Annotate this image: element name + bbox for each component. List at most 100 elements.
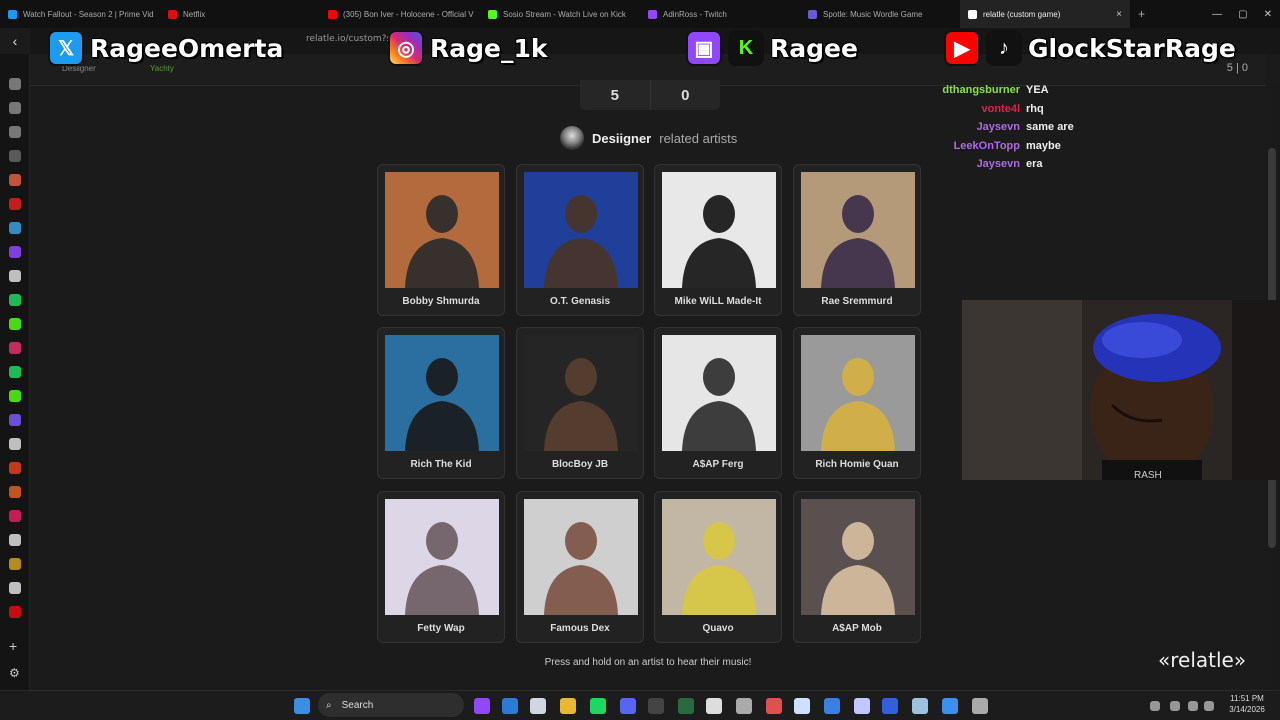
browser-tab[interactable]: AdinRoss - Twitch	[640, 0, 800, 28]
network-icon[interactable]	[1188, 701, 1198, 711]
sidebar-app-icon[interactable]	[9, 246, 21, 258]
sidebar-app-icon[interactable]	[9, 414, 21, 426]
sidebar-app-icon[interactable]	[9, 150, 21, 162]
settings-icon[interactable]	[972, 698, 988, 714]
app-icon[interactable]	[794, 698, 810, 714]
sidebar-app-icon[interactable]	[9, 318, 21, 330]
artist-card[interactable]: Bobby Shmurda	[377, 164, 505, 316]
sidebar-app-icon[interactable]	[9, 342, 21, 354]
app-icon[interactable]	[882, 698, 898, 714]
sidebar-app-icon[interactable]	[9, 126, 21, 138]
security-icon[interactable]	[942, 698, 958, 714]
browser-tab[interactable]: (305) Bon Iver - Holocene - Official V	[320, 0, 480, 28]
browser-tab[interactable]: Netflix	[160, 0, 320, 28]
app-icon[interactable]	[736, 698, 752, 714]
windows-taskbar	[0, 690, 1280, 720]
tab-favicon-icon	[8, 9, 17, 19]
sidebar-app-icon[interactable]	[9, 606, 21, 618]
artist-card[interactable]: Mike WiLL Made-It	[654, 164, 782, 316]
artist-name: Rich Homie Quan	[815, 459, 899, 470]
new-tab-button[interactable]: +	[1130, 0, 1153, 28]
tray-chevron-icon[interactable]	[1150, 701, 1160, 711]
sidebar-app-icon[interactable]	[9, 78, 21, 90]
sidebar-app-icon[interactable]	[9, 102, 21, 114]
app-icon[interactable]	[706, 698, 722, 714]
artist-name: Fetty Wap	[417, 623, 465, 634]
sidebar-app-icon[interactable]	[9, 270, 21, 282]
chat-username: dthangsburner	[942, 84, 1020, 96]
artist-name: O.T. Genasis	[549, 296, 611, 307]
tab-title: Watch Fallout - Season 2 | Prime Vid	[23, 9, 154, 19]
artist-photo	[385, 172, 499, 288]
minimize-icon[interactable]: —	[1212, 9, 1222, 20]
artist-card[interactable]: Famous Dex	[516, 491, 644, 643]
chat-message: dthangsburner YEA	[930, 84, 1260, 103]
settings-icon[interactable]: ⚙	[9, 666, 21, 680]
sidebar-app-icon[interactable]	[9, 510, 21, 522]
system-clock[interactable]: 11:51 PM 3/14/2026	[1222, 693, 1272, 715]
browser-tab[interactable]: Spotle: Music Wordle Game	[800, 0, 960, 28]
related-label: related artists	[659, 130, 738, 146]
sidebar-app-icon[interactable]	[9, 174, 21, 186]
microphone-icon[interactable]	[1170, 701, 1180, 711]
app-icon[interactable]	[474, 698, 490, 714]
sidebar-app-icon[interactable]	[9, 366, 21, 378]
app-icon[interactable]	[502, 698, 518, 714]
taskbar-search[interactable]: ⌕ Search	[318, 693, 464, 717]
browser-tab[interactable]: Watch Fallout - Season 2 | Prime Vid	[0, 0, 160, 28]
x-logo-icon: 𝕏	[48, 30, 84, 66]
volume-icon[interactable]	[1204, 701, 1214, 711]
overlay-instagram: ◎ Rage_1k	[388, 28, 548, 68]
app-icon[interactable]	[766, 698, 782, 714]
artist-card[interactable]: A$AP Ferg	[654, 327, 782, 479]
clock-time: 11:51 PM	[1230, 694, 1264, 703]
score-box: 5 0	[580, 80, 720, 110]
app-icon[interactable]	[678, 698, 694, 714]
tab-title: (305) Bon Iver - Holocene - Official V	[343, 9, 474, 19]
app-icon[interactable]	[912, 698, 928, 714]
sidebar-app-icon[interactable]	[9, 390, 21, 402]
chat-message: LeekOnTopp maybe	[930, 140, 1260, 159]
maximize-icon[interactable]: ▢	[1238, 9, 1247, 20]
chat-overlay: dthangsburner YEA vonte4l rhq Jaysevn same ar…	[930, 84, 1260, 177]
chat-message: Jaysevn era	[930, 158, 1260, 177]
app-icon[interactable]	[854, 698, 870, 714]
sidebar-app-icon[interactable]	[9, 462, 21, 474]
artist-card[interactable]: Fetty Wap	[377, 491, 505, 643]
artist-card[interactable]: BlocBoy JB	[516, 327, 644, 479]
sidebar-app-icon[interactable]	[9, 582, 21, 594]
youtube-tiktok-handle: GlockStarRage	[1027, 33, 1236, 64]
artist-card[interactable]: Rich The Kid	[377, 327, 505, 479]
sidebar-app-icon[interactable]	[9, 558, 21, 570]
app-icon[interactable]	[824, 698, 840, 714]
sidebar-app-icon[interactable]	[9, 438, 21, 450]
url-field[interactable]: relatle.io/custom?s	[306, 34, 391, 44]
artist-name: A$AP Mob	[832, 623, 882, 634]
sidebar-app-icon[interactable]	[9, 222, 21, 234]
steam-icon[interactable]	[530, 698, 546, 714]
artist-card[interactable]: A$AP Mob	[793, 491, 921, 643]
artist-card[interactable]: Quavo	[654, 491, 782, 643]
close-tab-icon[interactable]: ×	[1116, 9, 1122, 20]
spotify-icon[interactable]	[590, 698, 606, 714]
browser-tab[interactable]: relatle (custom game) ×	[960, 0, 1130, 28]
close-window-icon[interactable]: ✕	[1264, 9, 1272, 20]
windows-start-icon[interactable]	[294, 698, 310, 714]
artist-name: BlocBoy JB	[551, 459, 609, 470]
tab-favicon-icon	[648, 9, 657, 19]
browser-tab[interactable]: Sosio Stream - Watch Live on Kick	[480, 0, 640, 28]
artist-card[interactable]: Rich Homie Quan	[793, 327, 921, 479]
sidebar-app-icon[interactable]	[9, 486, 21, 498]
back-arrow-icon[interactable]: ‹	[0, 28, 30, 54]
sidebar-app-icon[interactable]	[9, 198, 21, 210]
browser-tab-strip: Watch Fallout - Season 2 | Prime Vid Netf…	[0, 0, 1280, 28]
artist-card[interactable]: O.T. Genasis	[516, 164, 644, 316]
sidebar-app-icon[interactable]	[9, 294, 21, 306]
app-icon[interactable]	[648, 698, 664, 714]
add-icon[interactable]: +	[9, 638, 21, 654]
discord-icon[interactable]	[620, 698, 636, 714]
artist-card[interactable]: Rae Sremmurd	[793, 164, 921, 316]
relatle-logo: «relatle»	[1158, 648, 1247, 672]
folder-icon[interactable]	[560, 698, 576, 714]
sidebar-app-icon[interactable]	[9, 534, 21, 546]
